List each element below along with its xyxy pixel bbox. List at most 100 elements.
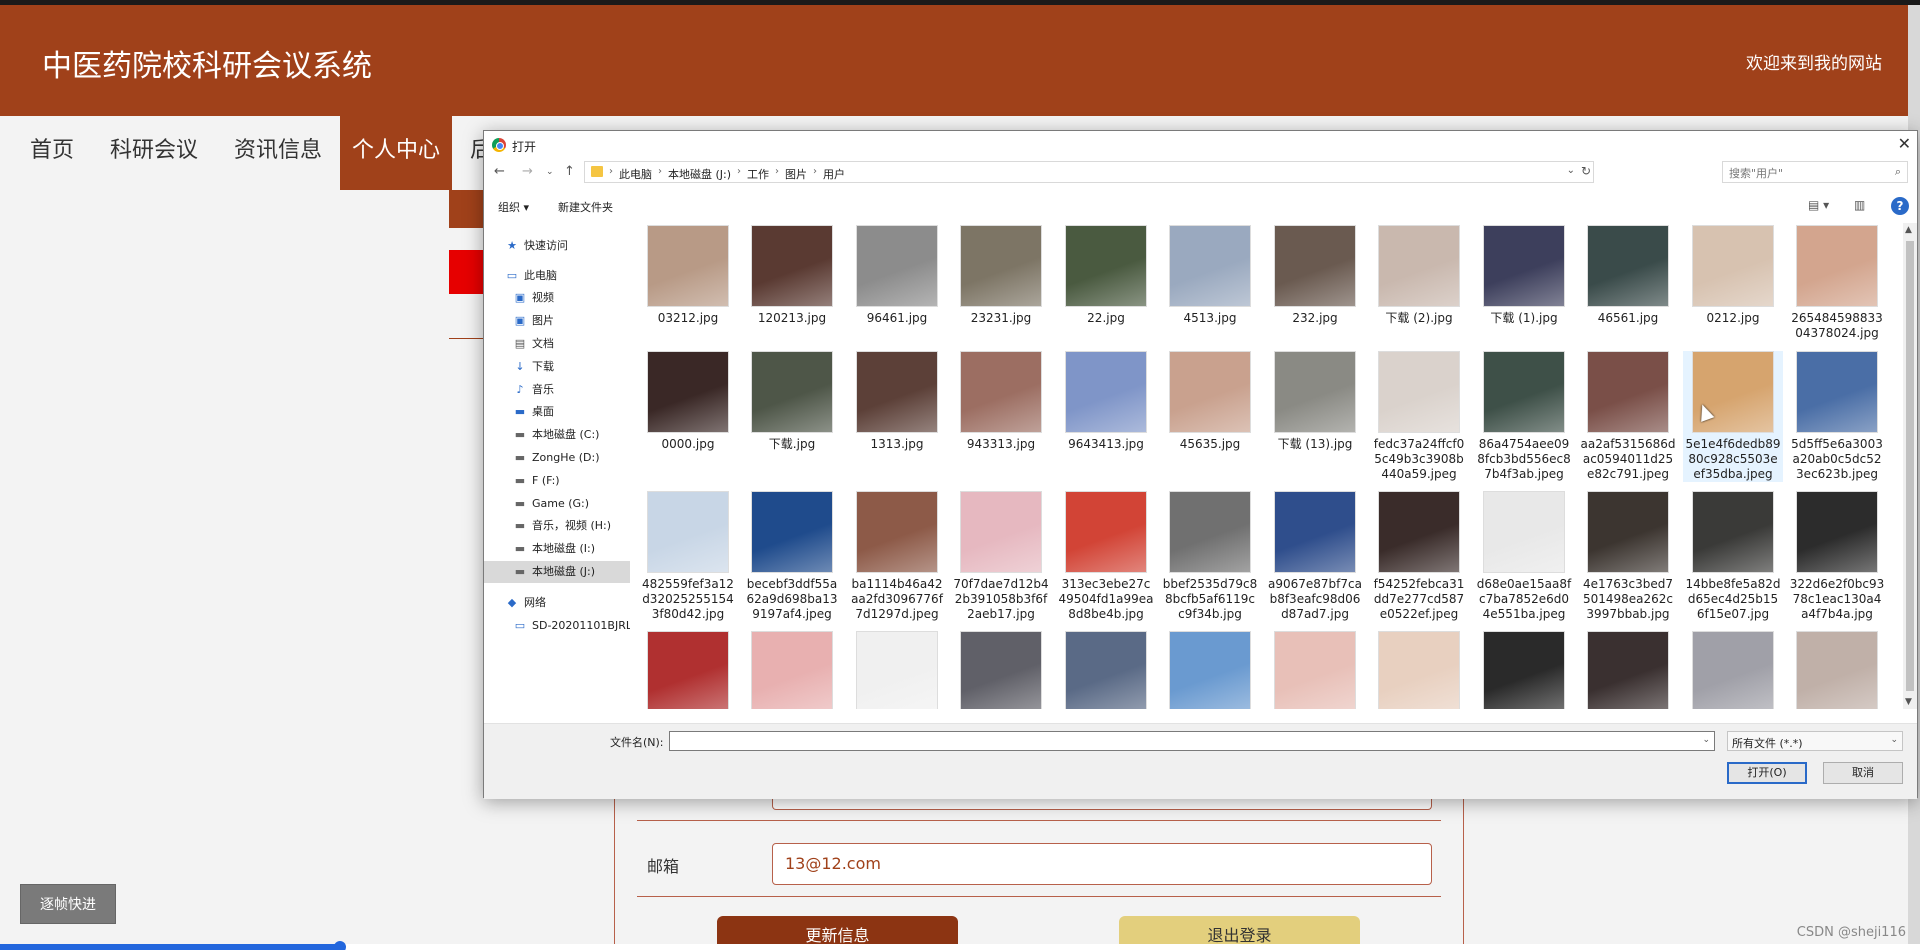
nav-tree-item[interactable]: ◆ 网络 — [484, 592, 630, 614]
file-item[interactable]: 1313.jpg — [847, 351, 947, 452]
file-item[interactable]: 5e1e4f6dedb8980c928c5503eef35dba.jpeg — [1683, 351, 1783, 482]
file-item[interactable]: 120213.jpg — [742, 225, 842, 326]
file-item[interactable]: 46561.jpg — [1578, 225, 1678, 326]
file-item[interactable]: fedc37a24ffcf05c49b3c3908b440a59.jpeg — [1369, 351, 1469, 482]
nav-home[interactable]: 首页 — [12, 116, 92, 190]
breadcrumb-item[interactable]: 用户 — [819, 166, 849, 182]
preview-pane-icon[interactable]: ▥ — [1854, 198, 1865, 212]
file-item[interactable]: 4e1763c3bed7501498ea262c3997bbab.jpg — [1578, 491, 1678, 622]
file-scrollbar[interactable]: ▲ ▼ — [1903, 223, 1917, 709]
file-item[interactable]: 232.jpg — [1265, 225, 1365, 326]
file-item[interactable]: 4513.jpg — [1160, 225, 1260, 326]
nav-news[interactable]: 资讯信息 — [216, 116, 340, 190]
nav-tree-item[interactable]: ▣ 视频 — [484, 287, 630, 309]
file-item[interactable]: 0000.jpg — [638, 351, 738, 452]
file-item[interactable]: 5d5ff5e6a3003a20ab0c5dc523ec623b.jpeg — [1787, 351, 1887, 482]
file-item[interactable]: a9067e87bf7cab8f3eafc98d06d87ad7.jpg — [1265, 491, 1365, 622]
file-item[interactable]: 322d6e2f0bc9378c1eac130a4a4f7b4a.jpg — [1787, 491, 1887, 622]
file-item[interactable]: 943313.jpg — [951, 351, 1051, 452]
nav-tree-item[interactable]: ★ 快速访问 — [484, 235, 630, 257]
file-item[interactable]: d68e0ae15aa8fc7ba7852e6d04e551ba.jpeg — [1474, 491, 1574, 622]
chevron-down-icon[interactable]: ⌄ — [1702, 735, 1710, 745]
breadcrumb-item[interactable]: 工作 — [743, 166, 773, 182]
progress-knob[interactable] — [333, 941, 346, 950]
nav-tree-item[interactable]: ▬ 本地磁盘 (C:) — [484, 424, 630, 446]
breadcrumb-item[interactable]: 本地磁盘 (J:) — [664, 166, 735, 182]
file-item[interactable]: 下载.jpg — [742, 351, 842, 452]
file-item[interactable] — [951, 631, 1051, 709]
nav-tree-item[interactable]: ▤ 文档 — [484, 333, 630, 355]
file-item[interactable] — [638, 631, 738, 709]
scroll-up-icon[interactable]: ▲ — [1905, 225, 1912, 235]
forward-arrow-icon[interactable]: → — [522, 164, 533, 179]
file-item[interactable]: 482559fef3a12d320252551543f80d42.jpg — [638, 491, 738, 622]
file-item[interactable] — [1369, 631, 1469, 709]
file-item[interactable]: 14bbe8fe5a82dd65ec4d25b156f15e07.jpg — [1683, 491, 1783, 622]
file-item[interactable]: 03212.jpg — [638, 225, 738, 326]
nav-tree-item[interactable]: ↓ 下载 — [484, 356, 630, 378]
view-options-icon[interactable]: ▤ ▾ — [1808, 198, 1829, 212]
up-arrow-icon[interactable]: ↑ — [564, 164, 575, 179]
search-input[interactable]: 搜索"用户" ⌕ — [1722, 161, 1908, 183]
cancel-button[interactable]: 取消 — [1823, 762, 1903, 784]
file-item[interactable] — [1787, 631, 1887, 709]
nav-tree-item[interactable]: ▬ Game (G:) — [484, 493, 630, 515]
file-item[interactable]: 313ec3ebe27c49504fd1a99ea8d8be4b.jpg — [1056, 491, 1156, 622]
chevron-down-icon[interactable]: ⌄ — [546, 167, 554, 177]
nav-tree-item[interactable]: ▬ ZongHe (D:) — [484, 447, 630, 469]
file-item[interactable]: 0212.jpg — [1683, 225, 1783, 326]
file-item[interactable]: 45635.jpg — [1160, 351, 1260, 452]
file-item[interactable]: 下载 (13).jpg — [1265, 351, 1365, 452]
file-item[interactable]: f54252febca31dd7e277cd587e0522ef.jpeg — [1369, 491, 1469, 622]
file-item[interactable]: aa2af5315686dac0594011d25e82c791.jpeg — [1578, 351, 1678, 482]
nav-tree-item[interactable]: ▣ 图片 — [484, 310, 630, 332]
open-button[interactable]: 打开(O) — [1727, 762, 1807, 784]
nav-meetings[interactable]: 科研会议 — [92, 116, 216, 190]
file-item[interactable] — [742, 631, 842, 709]
file-item[interactable] — [847, 631, 947, 709]
nav-personal-center[interactable]: 个人中心 — [340, 116, 453, 190]
file-item[interactable]: 70f7dae7d12b42b391058b3f6f2aeb17.jpg — [951, 491, 1051, 622]
nav-tree-item[interactable]: ▬ 本地磁盘 (I:) — [484, 538, 630, 560]
file-item[interactable]: 下载 (1).jpg — [1474, 225, 1574, 326]
file-item[interactable]: becebf3ddf55a62a9d698ba139197af4.jpeg — [742, 491, 842, 622]
new-folder-button[interactable]: 新建文件夹 — [558, 199, 613, 215]
filename-input[interactable]: ⌄ — [669, 731, 1715, 751]
file-item[interactable] — [1160, 631, 1260, 709]
scroll-thumb[interactable] — [1906, 241, 1914, 691]
nav-tree-item[interactable]: ♪ 音乐 — [484, 379, 630, 401]
file-item[interactable]: 23231.jpg — [951, 225, 1051, 326]
address-bar[interactable]: › 此电脑 › 本地磁盘 (J:) › 工作 › 图片 › 用户 ⌄ ↻ — [584, 161, 1594, 183]
file-item[interactable]: 下载 (2).jpg — [1369, 225, 1469, 326]
file-item[interactable]: bbef2535d79c88bcfb5af6119cc9f34b.jpg — [1160, 491, 1260, 622]
nav-tree-item[interactable]: ▭ 此电脑 — [484, 265, 630, 287]
filetype-select[interactable]: 所有文件 (*.*) ⌄ — [1727, 731, 1903, 751]
breadcrumb-item[interactable]: 此电脑 — [615, 166, 656, 182]
file-item[interactable]: ba1114b46a42aa2fd3096776f7d1297d.jpeg — [847, 491, 947, 622]
refresh-icon[interactable]: ↻ — [1581, 164, 1591, 178]
file-item[interactable] — [1683, 631, 1783, 709]
file-item[interactable]: 9643413.jpg — [1056, 351, 1156, 452]
chevron-down-icon[interactable]: ⌄ — [1567, 165, 1575, 176]
scroll-down-icon[interactable]: ▼ — [1905, 697, 1912, 707]
back-arrow-icon[interactable]: ← — [494, 164, 505, 179]
nav-tree-item[interactable]: ▬ 本地磁盘 (J:) — [484, 561, 630, 583]
file-item[interactable]: 22.jpg — [1056, 225, 1156, 326]
file-item[interactable] — [1265, 631, 1365, 709]
nav-tree-item[interactable]: ▬ 音乐，视频 (H:) — [484, 515, 630, 537]
nav-tree-item[interactable]: ▬ 桌面 — [484, 401, 630, 423]
close-icon[interactable]: ✕ — [1898, 134, 1911, 153]
email-field[interactable]: 13@12.com — [772, 843, 1432, 885]
nav-tree-item[interactable]: ▭ SD-20201101BJRL — [484, 615, 630, 637]
help-icon[interactable]: ? — [1891, 197, 1909, 215]
file-item[interactable]: 96461.jpg — [847, 225, 947, 326]
file-item[interactable] — [1474, 631, 1574, 709]
organize-button[interactable]: 组织 ▾ — [498, 199, 529, 215]
breadcrumb-item[interactable]: 图片 — [781, 166, 811, 182]
file-item[interactable]: 26548459883304378024.jpg — [1787, 225, 1887, 341]
video-progress[interactable] — [0, 941, 1920, 950]
file-item[interactable] — [1056, 631, 1156, 709]
frame-step-button[interactable]: 逐帧快进 — [20, 884, 116, 924]
nav-tree-item[interactable]: ▬ F (F:) — [484, 470, 630, 492]
file-item[interactable] — [1578, 631, 1678, 709]
